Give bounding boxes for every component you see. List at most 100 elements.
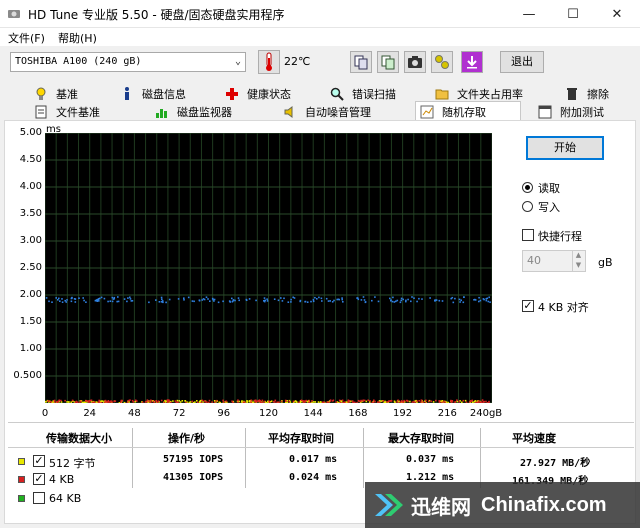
data-point xyxy=(98,401,100,403)
drive-select-value: TOSHIBA A100 (240 gB) xyxy=(15,56,142,67)
chart-canvas xyxy=(45,133,492,403)
row-4kb-avg: 0.024 ms xyxy=(289,472,338,483)
x-tick-label: 0 xyxy=(41,408,49,419)
spin-down-icon[interactable]: ▼ xyxy=(572,261,584,271)
data-point xyxy=(290,298,292,301)
drive-select[interactable]: TOSHIBA A100 (240 gB) ⌄ xyxy=(10,52,246,72)
align-4kb-checkbox[interactable]: ✓ xyxy=(522,300,534,312)
data-point xyxy=(109,400,112,403)
data-point xyxy=(374,400,376,403)
spin-up-icon[interactable]: ▲ xyxy=(572,251,584,261)
tab-random-access[interactable]: 随机存取 xyxy=(415,101,521,121)
tools-icon xyxy=(435,55,449,69)
data-point xyxy=(111,296,114,299)
x-tick-label: 48 xyxy=(128,408,141,419)
data-point xyxy=(316,298,318,300)
save-button[interactable] xyxy=(461,51,483,73)
download-arrow-icon xyxy=(467,56,477,69)
data-point xyxy=(292,400,295,403)
column-divider xyxy=(363,428,364,488)
data-point xyxy=(130,300,133,302)
tab-file-benchmark[interactable]: 文件基准 xyxy=(34,104,100,120)
menu-help[interactable]: 帮助(H) xyxy=(58,30,97,46)
y-tick-label: 2.50 xyxy=(19,262,42,273)
data-point xyxy=(259,400,262,402)
data-point xyxy=(488,400,490,403)
x-tick-label: 24 xyxy=(83,408,97,419)
watermark-brand: 迅维网 xyxy=(411,494,471,519)
data-point xyxy=(318,296,320,299)
data-point xyxy=(132,401,135,403)
data-point xyxy=(352,401,354,403)
start-button[interactable]: 开始 xyxy=(526,136,604,160)
data-point xyxy=(452,301,455,304)
tab-health[interactable]: 健康状态 xyxy=(225,86,291,102)
data-point xyxy=(148,400,150,403)
copy-text-button[interactable] xyxy=(350,51,372,73)
tab-disk-info[interactable]: 磁盘信息 xyxy=(120,86,186,102)
data-point xyxy=(95,401,97,403)
tab-erase[interactable]: 擦除 xyxy=(565,86,609,102)
data-point xyxy=(451,296,454,299)
data-point xyxy=(177,298,180,300)
write-radio[interactable] xyxy=(522,201,533,212)
tab-aam[interactable]: 自动噪音管理 xyxy=(283,104,371,120)
data-point xyxy=(64,299,66,302)
row-4kb-checkbox[interactable]: ✓ xyxy=(33,473,45,485)
data-point xyxy=(374,296,376,298)
data-point xyxy=(339,401,342,403)
data-point xyxy=(486,402,489,403)
data-point xyxy=(314,296,316,299)
magnifier-icon xyxy=(330,87,344,101)
tab-folder-usage[interactable]: 文件夹占用率 xyxy=(435,86,523,102)
tab-disk-monitor[interactable]: 磁盘监视器 xyxy=(155,104,232,120)
y-tick-label: 2.00 xyxy=(19,289,42,300)
screenshot-button[interactable] xyxy=(404,51,426,73)
data-point xyxy=(311,400,313,402)
scatter-chart-icon xyxy=(420,105,434,119)
data-point xyxy=(337,402,340,403)
y-tick-label: 3.50 xyxy=(19,208,42,219)
data-point xyxy=(274,401,276,403)
tab-error-scan[interactable]: 错误扫描 xyxy=(330,86,396,102)
options-button[interactable] xyxy=(431,51,453,73)
data-point xyxy=(187,296,190,299)
data-point xyxy=(468,401,471,403)
data-point xyxy=(413,400,415,403)
data-point xyxy=(85,301,87,303)
data-point xyxy=(286,401,289,403)
data-point xyxy=(281,300,284,302)
maximize-button[interactable]: ☐ xyxy=(552,0,594,28)
close-button[interactable]: ✕ xyxy=(596,0,638,28)
row-512-label: 512 字节 xyxy=(49,457,96,470)
copy-info-button[interactable] xyxy=(377,51,399,73)
tab-benchmark[interactable]: 基准 xyxy=(34,86,78,102)
read-radio[interactable] xyxy=(522,182,533,193)
exit-button[interactable]: 退出 xyxy=(500,51,544,73)
watermark-site: Chinafix.com xyxy=(481,493,607,516)
row-64kb-checkbox[interactable] xyxy=(33,492,45,504)
minimize-button[interactable]: — xyxy=(508,0,550,28)
data-point xyxy=(67,401,70,403)
data-point xyxy=(364,301,367,303)
data-point xyxy=(70,300,73,303)
data-point xyxy=(50,401,52,403)
quick-stroke-checkbox[interactable] xyxy=(522,229,534,241)
data-point xyxy=(276,401,278,403)
data-point xyxy=(460,299,462,302)
data-point xyxy=(400,299,402,302)
temperature-button[interactable] xyxy=(258,50,280,74)
data-point xyxy=(470,400,473,402)
tab-extra-tests[interactable]: 附加测试 xyxy=(538,104,604,120)
row-512-checkbox[interactable]: ✓ xyxy=(33,455,45,467)
data-point xyxy=(263,300,266,303)
data-point xyxy=(308,399,311,402)
data-point xyxy=(85,400,88,402)
data-point xyxy=(321,401,324,403)
data-point xyxy=(237,399,239,402)
data-point xyxy=(206,401,208,403)
data-point xyxy=(458,400,460,403)
data-point xyxy=(128,399,130,402)
stroke-size-input[interactable]: 40 ▲ ▼ xyxy=(522,250,586,272)
menu-file[interactable]: 文件(F) xyxy=(8,30,45,46)
